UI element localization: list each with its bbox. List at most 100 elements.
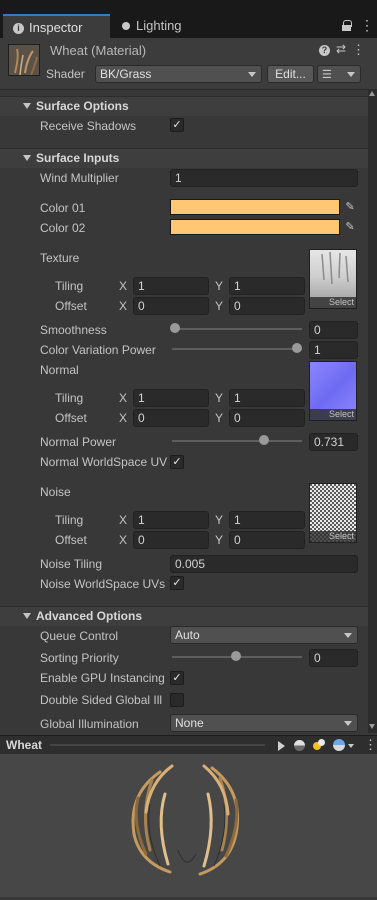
normal-power-label: Normal Power [40,435,117,449]
wind-multiplier-label: Wind Multiplier [40,171,119,185]
foldout-arrow-icon [23,613,31,619]
queue-control-dropdown[interactable]: Auto [170,626,358,644]
tab-inspector-label: Inspector [29,20,83,35]
normal-power-slider[interactable] [172,440,302,442]
shader-options-dropdown[interactable]: ☰ [317,65,361,83]
edit-shader-button[interactable]: Edit... [267,65,314,83]
help-icon[interactable]: ? [319,45,330,56]
wind-multiplier-field[interactable]: 1 [170,169,358,187]
preview-menu-icon[interactable]: ⋮ [364,737,377,753]
color-variation-slider[interactable] [172,348,302,350]
texture-tiling-x-field[interactable]: 1 [133,277,209,295]
preset-icon[interactable]: ⇄ [336,42,346,56]
color02-swatch[interactable] [170,219,340,235]
normal-label: Normal [40,363,79,377]
normal-offset-x-field[interactable]: 0 [133,409,209,427]
texture-tiling-y-field[interactable]: 1 [229,277,305,295]
y-label: Y [215,279,224,293]
chevron-down-icon [344,721,352,726]
normal-offset-y-field[interactable]: 0 [229,409,305,427]
texture-select-button[interactable]: Select [310,297,356,308]
y-label: Y [215,533,224,547]
preview-title: Wheat [6,738,42,752]
preview-toolbar: Wheat ⋮ [0,735,377,755]
normal-tiling-y-field[interactable]: 1 [229,389,305,407]
tab-inspector[interactable]: i Inspector [3,14,110,38]
noise-tiling-x-field[interactable]: 1 [133,511,209,529]
double-sided-gi-checkbox[interactable] [170,693,184,707]
section-title: Advanced Options [36,609,143,623]
normal-select-button[interactable]: Select [310,409,356,420]
section-title: Surface Options [36,99,129,113]
normal-tiling-x-field[interactable]: 1 [133,389,209,407]
tab-lighting[interactable]: Lighting [122,14,202,38]
normal-worldspace-label: Normal WorldSpace UV [40,455,168,469]
section-surface-inputs[interactable]: Surface Inputs [0,148,368,168]
normal-power-slider-handle[interactable] [259,435,269,445]
color-variation-slider-handle[interactable] [292,343,302,353]
smoothness-field[interactable]: 0 [309,321,358,339]
section-advanced-options[interactable]: Advanced Options [0,606,368,626]
normal-offset-label: Offset [55,411,87,425]
tab-bar: i Inspector Lighting ⋮ [0,0,377,38]
queue-control-label: Queue Control [40,629,119,643]
gpu-instancing-checkbox[interactable]: ✓ [170,671,184,685]
lock-body [342,25,351,31]
smoothness-slider[interactable] [172,328,302,330]
noise-offset-x-field[interactable]: 0 [133,531,209,549]
y-label: Y [215,391,224,405]
list-icon: ☰ [322,69,332,81]
chevron-down-icon [348,744,354,748]
noise-worldspace-label: Noise WorldSpace UVs [40,577,166,591]
inspector-scrollbar[interactable] [368,89,377,733]
preview-mode-dropdown[interactable] [333,739,345,751]
tab-menu-icon[interactable]: ⋮ [360,17,374,33]
shader-dropdown[interactable]: BK/Grass [95,65,262,83]
global-illumination-value: None [175,716,204,730]
queue-control-value: Auto [175,628,200,642]
normal-worldspace-checkbox[interactable]: ✓ [170,455,184,469]
sphere-icon[interactable] [294,740,305,751]
normal-power-field[interactable]: 0.731 [309,433,358,451]
noise-thumbnail[interactable]: Select [309,483,357,543]
smoothness-slider-handle[interactable] [170,323,180,333]
color-variation-field[interactable]: 1 [309,341,358,359]
color01-label: Color 01 [40,201,86,215]
material-preview[interactable] [0,754,377,897]
normal-thumbnail[interactable]: Select [309,361,357,421]
texture-thumbnail[interactable]: Select [309,249,357,309]
color-variation-label: Color Variation Power [40,343,156,357]
lightbulb-icon [122,21,130,30]
section-surface-options[interactable]: Surface Options [0,96,368,116]
global-illumination-dropdown[interactable]: None [170,714,358,732]
receive-shadows-checkbox[interactable]: ✓ [170,118,184,132]
sorting-priority-field[interactable]: 0 [309,649,358,667]
material-thumbnail [8,44,40,76]
eyedropper-icon[interactable]: ✎ [342,219,358,235]
scroll-up-icon[interactable] [369,91,375,96]
noise-tiling-field[interactable]: 0.005 [170,555,358,573]
chevron-down-icon [248,72,256,77]
sorting-priority-label: Sorting Priority [40,651,119,665]
global-illumination-label: Global Illumination [40,717,139,731]
color01-swatch[interactable] [170,199,340,215]
chevron-down-icon [344,633,352,638]
noise-offset-y-field[interactable]: 0 [229,531,305,549]
eyedropper-icon[interactable]: ✎ [342,199,358,215]
noise-tiling-y-field[interactable]: 1 [229,511,305,529]
noise-offset-label: Offset [55,533,87,547]
x-label: X [119,411,128,425]
scroll-down-icon[interactable] [369,724,375,729]
texture-offset-label: Offset [55,299,87,313]
texture-offset-x-field[interactable]: 0 [133,297,209,315]
noise-select-button[interactable]: Select [310,531,356,542]
header-menu-icon[interactable]: ⋮ [352,42,365,58]
light-icon[interactable] [313,739,326,752]
noise-worldspace-checkbox[interactable]: ✓ [170,576,184,590]
texture-offset-y-field[interactable]: 0 [229,297,305,315]
sorting-priority-slider-handle[interactable] [231,651,241,661]
play-icon[interactable] [278,741,285,751]
shader-label: Shader [46,67,85,81]
noise-tiling-label: Noise Tiling [40,557,103,571]
preview-drag-handle[interactable] [50,744,265,746]
